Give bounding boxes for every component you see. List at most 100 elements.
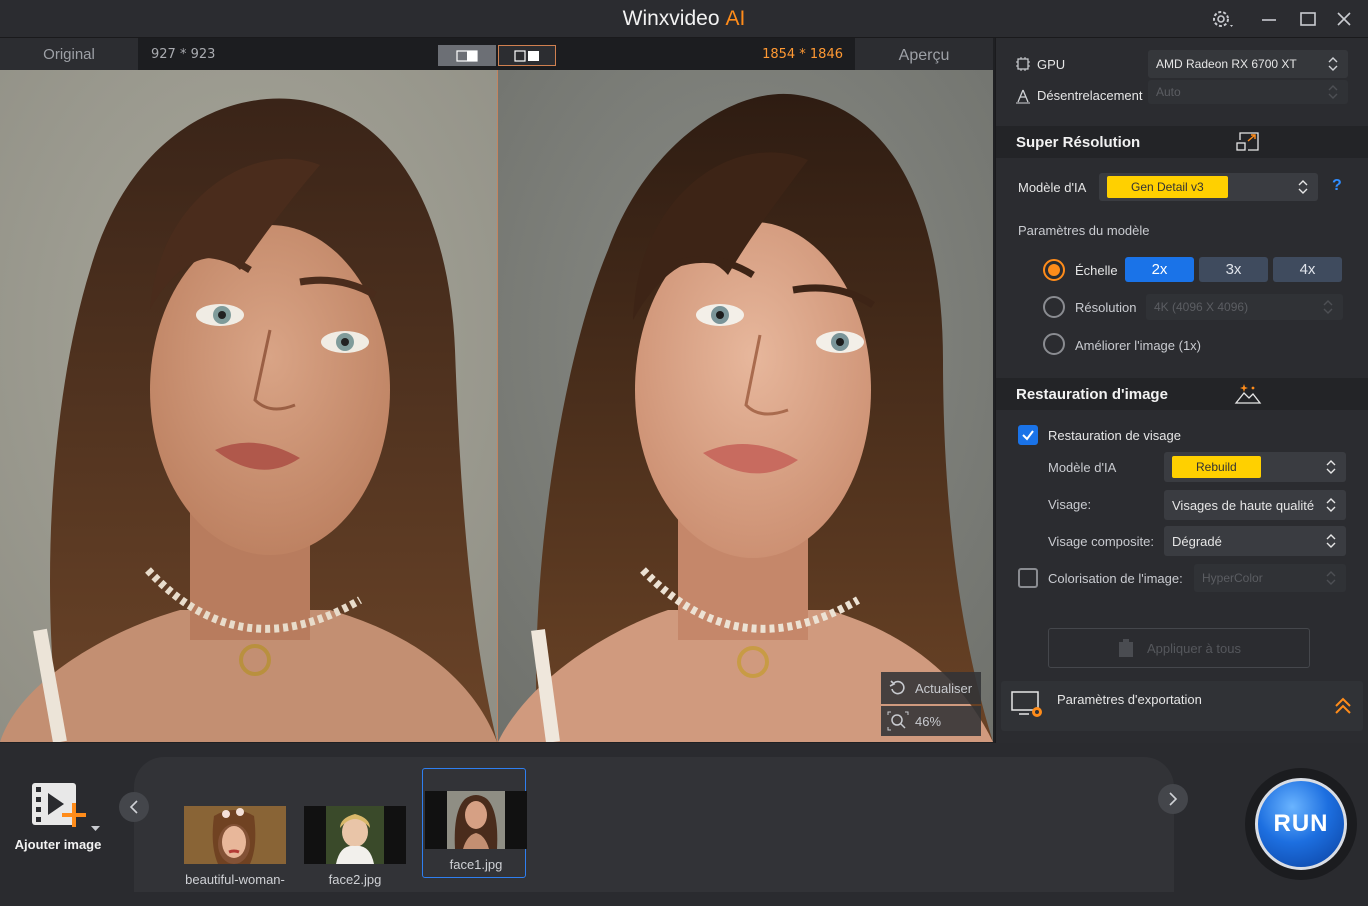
thumbnail-1[interactable]: beautiful-woman- xyxy=(182,784,286,892)
split-view-button[interactable] xyxy=(438,45,496,66)
scale-radio[interactable] xyxy=(1043,259,1065,281)
chevron-updown-icon xyxy=(1326,460,1336,474)
face-restore-label: Restauration de visage xyxy=(1048,428,1181,443)
close-icon[interactable] xyxy=(1329,6,1359,32)
original-image xyxy=(0,70,497,742)
resolution-label: Résolution xyxy=(1075,300,1137,315)
face-value: Visages de haute qualité xyxy=(1172,497,1315,513)
chevron-updown-icon xyxy=(1328,57,1338,71)
restore-model-label: Modèle d'IA xyxy=(1048,460,1117,475)
sr-model-label: Modèle d'IA xyxy=(1018,180,1087,195)
thumbnail-1-image xyxy=(184,806,286,864)
view-toggle xyxy=(438,45,556,66)
super-resolution-title: Super Résolution xyxy=(1016,134,1141,151)
composite-label: Visage composite: xyxy=(1048,534,1154,549)
deinterlace-icon xyxy=(1016,89,1030,104)
enhance-radio[interactable] xyxy=(1043,333,1065,355)
settings-gear-icon[interactable] xyxy=(1208,6,1238,32)
composite-value: Dégradé xyxy=(1172,533,1222,549)
sr-model-select[interactable]: Gen Detail v3 xyxy=(1099,173,1318,201)
side-by-side-button[interactable] xyxy=(498,45,556,66)
restoration-header: Restauration d'image xyxy=(996,378,1368,410)
gpu-icon xyxy=(1016,57,1030,71)
help-icon[interactable]: ? xyxy=(1332,177,1342,195)
add-image-button[interactable]: Ajouter image xyxy=(8,781,108,859)
resolution-select[interactable]: 4K (4096 X 4096) xyxy=(1146,294,1343,320)
model-params-label: Paramètres du modèle xyxy=(1018,223,1150,238)
app-title: Winxvideo AI xyxy=(0,7,1368,31)
zoom-icon xyxy=(887,711,909,731)
colorize-checkbox[interactable] xyxy=(1018,568,1038,588)
restore-model-select[interactable]: Rebuild xyxy=(1164,452,1346,482)
checkmark-icon xyxy=(1022,430,1034,441)
colorize-value: HyperColor xyxy=(1202,571,1263,585)
face-select[interactable]: Visages de haute qualité xyxy=(1164,490,1346,520)
gpu-select[interactable]: AMD Radeon RX 6700 XT xyxy=(1148,50,1348,78)
refresh-label: Actualiser xyxy=(915,680,973,696)
split-view-icon xyxy=(456,49,478,62)
refresh-icon xyxy=(889,680,905,695)
super-resolution-header: Super Résolution xyxy=(996,126,1368,158)
chevron-updown-icon xyxy=(1326,498,1336,512)
refresh-button[interactable]: Actualiser xyxy=(881,672,981,704)
minimize-icon[interactable] xyxy=(1254,6,1284,32)
face-restore-checkbox[interactable] xyxy=(1018,425,1038,445)
export-settings[interactable]: Paramètres d'exportation xyxy=(1001,681,1363,731)
gpu-value: AMD Radeon RX 6700 XT xyxy=(1156,57,1297,71)
chevron-left-icon xyxy=(129,800,138,814)
zoom-label: 46% xyxy=(915,713,942,729)
colorize-select[interactable]: HyperColor xyxy=(1194,564,1346,592)
chevron-double-up-icon[interactable] xyxy=(1333,696,1353,716)
tab-preview[interactable]: Aperçu xyxy=(855,38,993,70)
add-image-icon xyxy=(32,783,100,831)
export-settings-label: Paramètres d'exportation xyxy=(1057,692,1202,707)
chevron-updown-icon xyxy=(1323,300,1333,314)
chevron-updown-icon xyxy=(1326,534,1336,548)
chevron-updown-icon xyxy=(1328,85,1338,99)
run-button-ring: RUN xyxy=(1245,768,1357,880)
sr-model-chip: Gen Detail v3 xyxy=(1107,176,1228,198)
scale-3x-button[interactable]: 3x xyxy=(1199,257,1268,282)
zoom-button[interactable]: 46% xyxy=(881,706,981,736)
enhance-label: Améliorer l'image (1x) xyxy=(1075,338,1202,353)
thumbnail-2-image xyxy=(304,806,406,864)
next-thumb-button[interactable] xyxy=(1158,784,1188,814)
deinterlace-select[interactable]: Auto xyxy=(1148,80,1348,104)
run-button[interactable]: RUN xyxy=(1255,778,1347,870)
thumbnail-1-name: beautiful-woman- xyxy=(185,872,285,887)
maximize-icon[interactable] xyxy=(1293,6,1323,32)
app-title-ai: AI xyxy=(725,7,746,30)
app-title-text: Winxvideo xyxy=(622,7,720,30)
add-image-label: Ajouter image xyxy=(14,837,102,852)
gpu-label: GPU xyxy=(1037,57,1066,72)
thumbnail-3[interactable]: face1.jpg xyxy=(422,768,527,878)
upscale-icon xyxy=(1236,132,1259,151)
restoration-title: Restauration d'image xyxy=(1016,386,1168,403)
bottom-bar: Ajouter image beautiful-woman- face2.jpg… xyxy=(0,743,1368,906)
restore-model-chip: Rebuild xyxy=(1172,456,1261,478)
chevron-right-icon xyxy=(1169,792,1178,806)
preview-size: 1854 * 1846 xyxy=(762,47,843,62)
scale-label: Échelle xyxy=(1075,263,1118,278)
thumbnail-2-name: face2.jpg xyxy=(328,872,382,887)
thumbnail-3-image xyxy=(425,791,527,849)
resolution-radio[interactable] xyxy=(1043,296,1065,318)
chevron-updown-icon xyxy=(1326,571,1336,585)
thumbnail-2[interactable]: face2.jpg xyxy=(302,784,406,892)
composite-select[interactable]: Dégradé xyxy=(1164,526,1346,556)
prev-thumb-button[interactable] xyxy=(119,792,149,822)
resolution-value: 4K (4096 X 4096) xyxy=(1154,300,1249,314)
clipboard-icon xyxy=(1119,639,1134,657)
compare-header: Original 927 * 923 1854 * 1846 Aperçu xyxy=(0,38,993,70)
chevron-updown-icon xyxy=(1298,180,1308,194)
scale-4x-button[interactable]: 4x xyxy=(1273,257,1342,282)
apply-all-button[interactable]: Appliquer à tous xyxy=(1048,628,1310,668)
colorize-label: Colorisation de l'image: xyxy=(1048,571,1183,586)
apply-all-label: Appliquer à tous xyxy=(1147,640,1241,656)
deinterlace-value: Auto xyxy=(1156,85,1181,99)
scale-2x-button[interactable]: 2x xyxy=(1125,257,1194,282)
deinterlace-label: Désentrelacement xyxy=(1037,88,1143,103)
side-by-side-icon xyxy=(514,49,539,62)
title-bar: Winxvideo AI xyxy=(0,0,1368,38)
tab-original[interactable]: Original xyxy=(0,38,138,70)
